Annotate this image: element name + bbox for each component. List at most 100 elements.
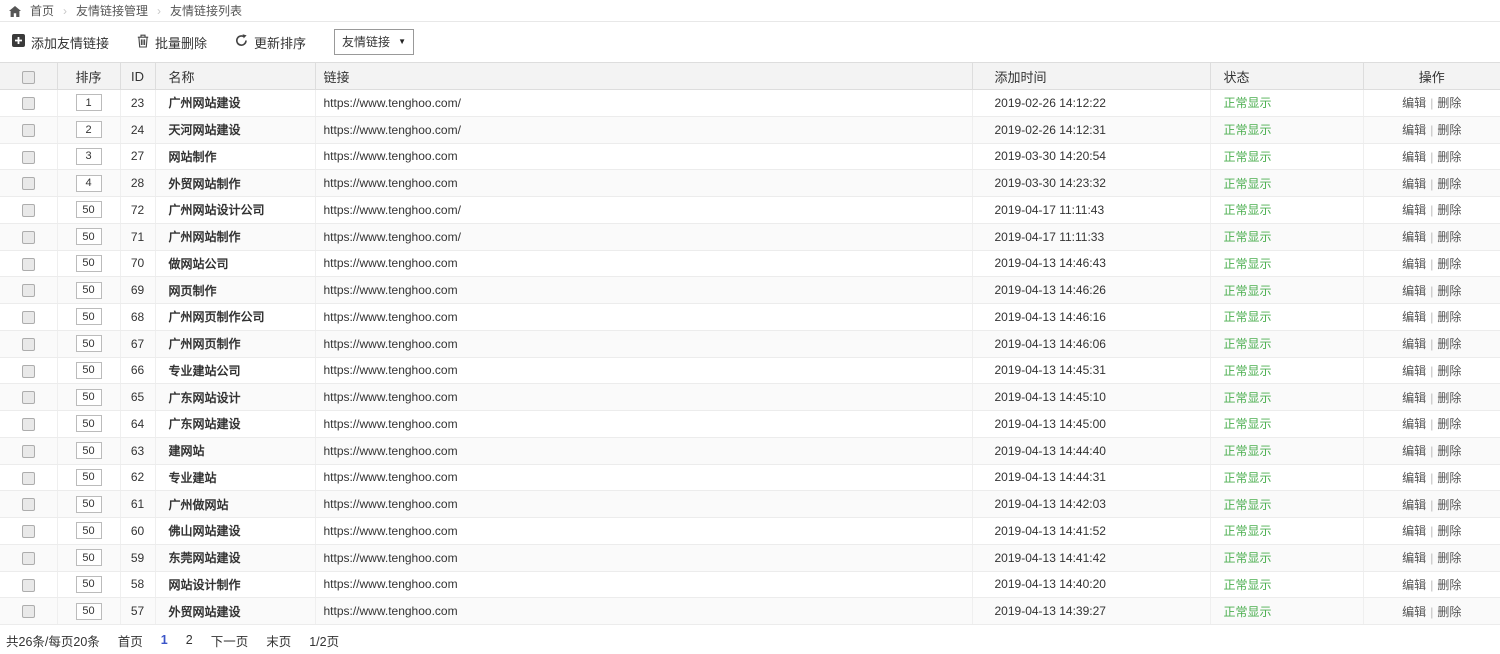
sort-order-input[interactable]: [76, 175, 102, 192]
delete-link[interactable]: 删除: [1437, 177, 1461, 191]
delete-link[interactable]: 删除: [1437, 230, 1461, 244]
sort-order-input[interactable]: [76, 603, 102, 620]
row-checkbox[interactable]: [22, 472, 35, 485]
sort-order-input[interactable]: [76, 549, 102, 566]
row-checkbox[interactable]: [22, 498, 35, 511]
edit-link[interactable]: 编辑: [1402, 605, 1426, 619]
delete-link[interactable]: 删除: [1437, 498, 1461, 512]
row-checkbox[interactable]: [22, 231, 35, 244]
sort-order-input[interactable]: [76, 228, 102, 245]
row-checkbox[interactable]: [22, 365, 35, 378]
edit-link[interactable]: 编辑: [1402, 150, 1426, 164]
sort-order-input[interactable]: [76, 469, 102, 486]
sort-order-input[interactable]: [76, 496, 102, 513]
row-checkbox[interactable]: [22, 552, 35, 565]
edit-link[interactable]: 编辑: [1402, 391, 1426, 405]
add-link-button[interactable]: 添加友情链接: [12, 33, 109, 52]
delete-link[interactable]: 删除: [1437, 578, 1461, 592]
row-checkbox[interactable]: [22, 258, 35, 271]
edit-link[interactable]: 编辑: [1402, 471, 1426, 485]
delete-link[interactable]: 删除: [1437, 551, 1461, 565]
row-add-time: 2019-04-13 14:46:06: [972, 330, 1210, 357]
pagination-next[interactable]: 下一页: [211, 631, 249, 650]
breadcrumb-home[interactable]: 首页: [30, 2, 54, 19]
delete-link[interactable]: 删除: [1437, 364, 1461, 378]
sort-order-input[interactable]: [76, 442, 102, 459]
action-separator: |: [1430, 471, 1433, 485]
edit-link[interactable]: 编辑: [1402, 177, 1426, 191]
sort-order-input[interactable]: [76, 201, 102, 218]
edit-link[interactable]: 编辑: [1402, 203, 1426, 217]
edit-link[interactable]: 编辑: [1402, 230, 1426, 244]
batch-delete-button[interactable]: 批量删除: [137, 33, 207, 52]
sort-order-input[interactable]: [76, 576, 102, 593]
edit-link[interactable]: 编辑: [1402, 444, 1426, 458]
sort-order-input[interactable]: [76, 255, 102, 272]
delete-link[interactable]: 删除: [1437, 310, 1461, 324]
edit-link[interactable]: 编辑: [1402, 551, 1426, 565]
sort-order-input[interactable]: [76, 415, 102, 432]
row-checkbox[interactable]: [22, 391, 35, 404]
row-checkbox[interactable]: [22, 124, 35, 137]
row-checkbox[interactable]: [22, 338, 35, 351]
sort-order-input[interactable]: [76, 335, 102, 352]
edit-link[interactable]: 编辑: [1402, 578, 1426, 592]
row-checkbox[interactable]: [22, 579, 35, 592]
link-type-select[interactable]: 友情链接 ▼: [334, 29, 414, 55]
update-sort-button[interactable]: 更新排序: [235, 33, 306, 52]
edit-link[interactable]: 编辑: [1402, 498, 1426, 512]
delete-link[interactable]: 删除: [1437, 417, 1461, 431]
edit-link[interactable]: 编辑: [1402, 284, 1426, 298]
row-checkbox[interactable]: [22, 204, 35, 217]
delete-link[interactable]: 删除: [1437, 150, 1461, 164]
edit-link[interactable]: 编辑: [1402, 417, 1426, 431]
delete-link[interactable]: 删除: [1437, 471, 1461, 485]
delete-link[interactable]: 删除: [1437, 96, 1461, 110]
delete-link[interactable]: 删除: [1437, 605, 1461, 619]
delete-link[interactable]: 删除: [1437, 257, 1461, 271]
sort-order-input[interactable]: [76, 308, 102, 325]
row-checkbox[interactable]: [22, 177, 35, 190]
breadcrumb-link-list[interactable]: 友情链接列表: [170, 2, 242, 19]
pagination-last[interactable]: 末页: [266, 631, 291, 650]
row-name: 广州网页制作: [155, 330, 315, 357]
pagination-page-2[interactable]: 2: [186, 633, 193, 647]
delete-link[interactable]: 删除: [1437, 524, 1461, 538]
delete-link[interactable]: 删除: [1437, 284, 1461, 298]
delete-link[interactable]: 删除: [1437, 203, 1461, 217]
sort-order-input[interactable]: [76, 389, 102, 406]
row-checkbox[interactable]: [22, 445, 35, 458]
select-all-checkbox[interactable]: [22, 71, 35, 84]
delete-link[interactable]: 删除: [1437, 444, 1461, 458]
table-row: 61 广州做网站 https://www.tenghoo.com 2019-04…: [0, 491, 1500, 518]
row-checkbox[interactable]: [22, 525, 35, 538]
edit-link[interactable]: 编辑: [1402, 337, 1426, 351]
pagination-first[interactable]: 首页: [118, 631, 143, 650]
sort-order-input[interactable]: [76, 94, 102, 111]
row-checkbox[interactable]: [22, 284, 35, 297]
sort-order-input[interactable]: [76, 362, 102, 379]
edit-link[interactable]: 编辑: [1402, 524, 1426, 538]
edit-link[interactable]: 编辑: [1402, 123, 1426, 137]
edit-link[interactable]: 编辑: [1402, 96, 1426, 110]
delete-link[interactable]: 删除: [1437, 337, 1461, 351]
pagination-page-1-current[interactable]: 1: [161, 633, 168, 647]
action-separator: |: [1430, 524, 1433, 538]
row-id: 28: [120, 170, 155, 197]
sort-order-input[interactable]: [76, 282, 102, 299]
edit-link[interactable]: 编辑: [1402, 257, 1426, 271]
delete-link[interactable]: 删除: [1437, 123, 1461, 137]
delete-link[interactable]: 删除: [1437, 391, 1461, 405]
row-add-time: 2019-03-30 14:20:54: [972, 143, 1210, 170]
row-checkbox[interactable]: [22, 605, 35, 618]
row-checkbox[interactable]: [22, 311, 35, 324]
edit-link[interactable]: 编辑: [1402, 310, 1426, 324]
edit-link[interactable]: 编辑: [1402, 364, 1426, 378]
sort-order-input[interactable]: [76, 148, 102, 165]
breadcrumb-link-manage[interactable]: 友情链接管理: [76, 2, 148, 19]
row-checkbox[interactable]: [22, 151, 35, 164]
sort-order-input[interactable]: [76, 121, 102, 138]
sort-order-input[interactable]: [76, 522, 102, 539]
row-checkbox[interactable]: [22, 418, 35, 431]
row-checkbox[interactable]: [22, 97, 35, 110]
